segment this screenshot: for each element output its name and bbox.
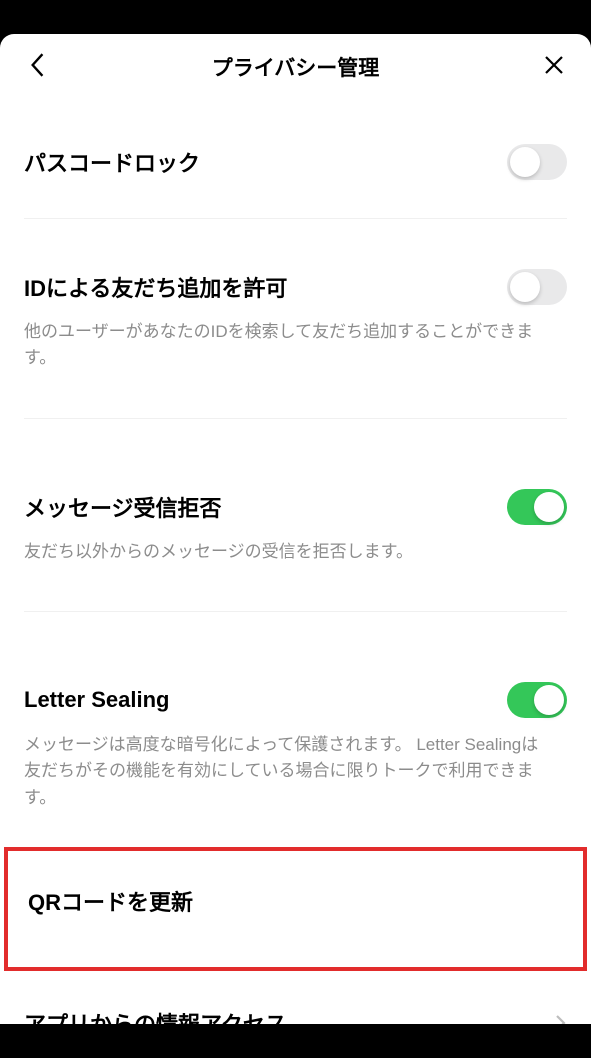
header: プライバシー管理 (0, 34, 591, 102)
settings-list: パスコードロック IDによる友だち追加を許可 他のユーザーがあなたのIDを検索し… (0, 102, 591, 1024)
chevron-right-icon (553, 1013, 567, 1024)
row-label: アプリからの情報アクセス (24, 1007, 287, 1024)
row-description: 友だち以外からのメッセージの受信を拒否します。 (24, 529, 567, 565)
row-label: Letter Sealing (24, 687, 169, 713)
letter-sealing-toggle[interactable] (507, 682, 567, 718)
row-label: パスコードロック (24, 146, 200, 178)
row-label: IDによる友だち追加を許可 (24, 271, 287, 303)
passcode-toggle[interactable] (507, 144, 567, 180)
row-qr-refresh[interactable]: QRコードを更新 (4, 847, 587, 971)
chevron-left-icon (29, 52, 45, 83)
close-icon (543, 54, 565, 81)
row-app-info-access[interactable]: アプリからの情報アクセス あなたを友だちに追加している人が、外部アプリに自身の友… (0, 1001, 591, 1024)
page-title: プライバシー管理 (212, 52, 380, 82)
row-label: QRコードを更新 (28, 885, 563, 917)
back-button[interactable] (22, 52, 52, 82)
row-description: 他のユーザーがあなたのIDを検索して友だち追加することができます。 (24, 309, 567, 372)
row-block-messages: メッセージ受信拒否 友だち以外からのメッセージの受信を拒否します。 (0, 485, 591, 565)
close-button[interactable] (539, 52, 569, 82)
row-label: メッセージ受信拒否 (24, 491, 222, 523)
block-messages-toggle[interactable] (507, 489, 567, 525)
row-letter-sealing: Letter Sealing メッセージは高度な暗号化によって保護されます。 L… (0, 678, 591, 811)
row-passcode-lock: パスコードロック (0, 140, 591, 184)
row-description: メッセージは高度な暗号化によって保護されます。 Letter Sealingは友… (24, 722, 567, 811)
allow-add-by-id-toggle[interactable] (507, 269, 567, 305)
settings-sheet: プライバシー管理 パスコードロック IDによる友だち追加を許可 他のユーザーがあ… (0, 34, 591, 1024)
row-allow-add-by-id: IDによる友だち追加を許可 他のユーザーがあなたのIDを検索して友だち追加するこ… (0, 265, 591, 372)
